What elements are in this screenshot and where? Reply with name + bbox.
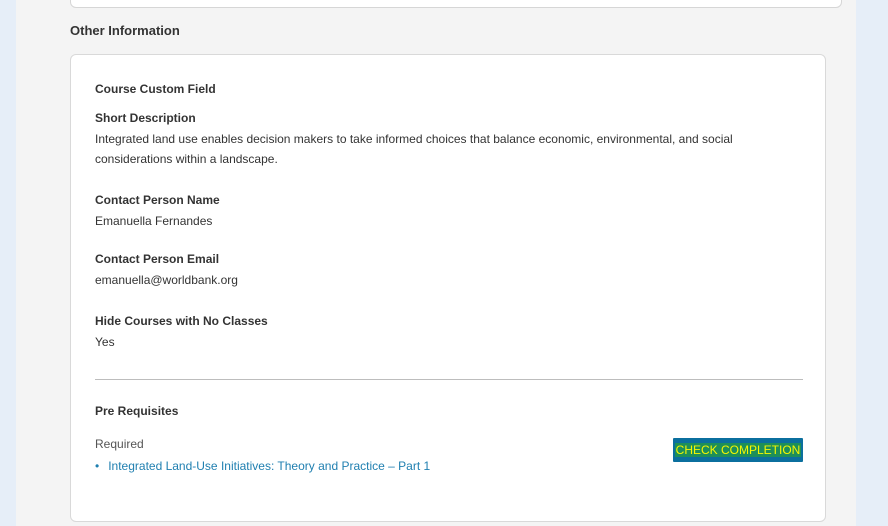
hide-courses-value: Yes — [95, 335, 115, 349]
bullet-icon: • — [95, 459, 100, 473]
contact-email-value: emanuella@worldbank.org — [95, 273, 238, 287]
check-completion-label: CHECK COMPLETION — [674, 443, 802, 457]
required-label: Required — [95, 437, 144, 451]
previous-card-edge — [70, 0, 842, 8]
prerequisites-heading: Pre Requisites — [95, 404, 179, 418]
short-description-value: Integrated land use enables decision mak… — [95, 132, 733, 166]
prerequisite-link[interactable]: • Integrated Land-Use Initiatives: Theor… — [95, 459, 430, 473]
page: Other Information Course Custom Field Sh… — [16, 0, 856, 526]
prerequisite-link-label[interactable]: Integrated Land-Use Initiatives: Theory … — [108, 459, 430, 473]
prerequisite-list: • Integrated Land-Use Initiatives: Theor… — [95, 459, 430, 473]
contact-name-label: Contact Person Name — [95, 193, 220, 207]
section-title: Other Information — [70, 23, 180, 38]
short-description-label: Short Description — [95, 111, 196, 125]
section-divider — [95, 379, 803, 380]
contact-name-value: Emanuella Fernandes — [95, 214, 213, 228]
custom-field-heading: Course Custom Field — [95, 82, 216, 96]
hide-courses-label: Hide Courses with No Classes — [95, 314, 268, 328]
contact-email-label: Contact Person Email — [95, 252, 220, 266]
other-information-card: Course Custom Field Short Description In… — [70, 54, 826, 522]
check-completion-button[interactable]: CHECK COMPLETION — [673, 438, 803, 462]
